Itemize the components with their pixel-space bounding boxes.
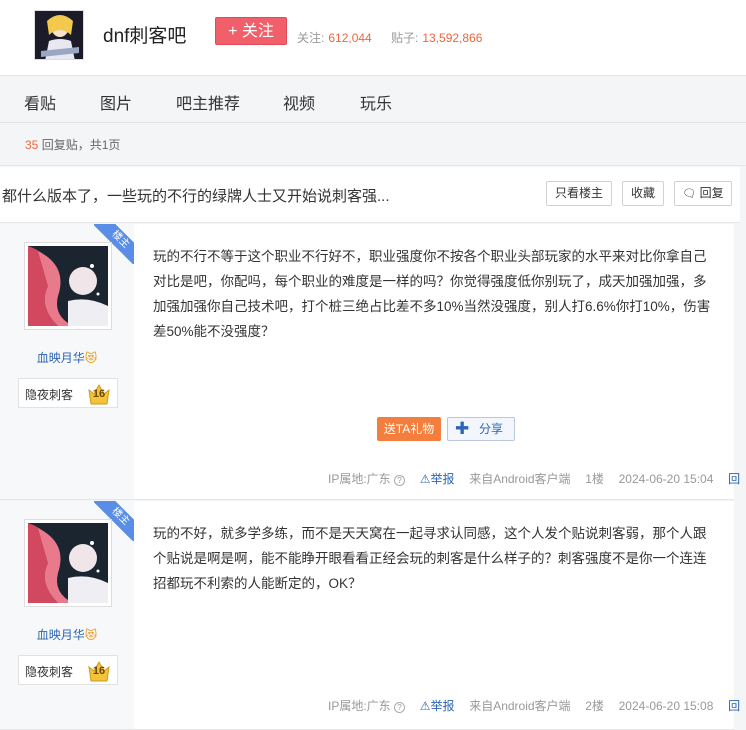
comment-icon: 🗨 (682, 188, 697, 200)
help-icon[interactable]: ? (394, 475, 406, 486)
warning-icon: ⚠ (419, 472, 431, 486)
follow-button[interactable]: + 关注 (215, 17, 287, 45)
reply-count-text: 35 回复贴，共1页 (25, 136, 120, 153)
cat-emoji-icon: 😻 (84, 628, 98, 642)
post-content: 玩的不行不等于这个职业不行好不，职业强度你不按各个职业头部玩家的水平来对比你拿自… (153, 249, 711, 339)
follow-count-label: 关注: (297, 31, 325, 45)
nav-tab-posts[interactable]: 看贴 (24, 90, 56, 114)
thread-pageinfo: 35 回复贴，共1页 (0, 124, 746, 166)
page-unit: 页 (108, 138, 121, 152)
username-text: 血映月华 (36, 628, 85, 642)
post-source: 来自Android客户端 (469, 699, 571, 713)
thread-titlebar: 都什么版本了，一些玩的不行的绿牌人士又开始说刺客强... 只看楼主 收藏 🗨 回… (0, 167, 746, 223)
badge-name: 隐夜刺客 (25, 388, 74, 402)
forum-nav: 看贴 图片 吧主推荐 视频 玩乐 (0, 77, 746, 123)
share-label: 分享 (479, 422, 504, 436)
favorite-button[interactable]: 收藏 (622, 181, 664, 206)
help-icon[interactable]: ? (394, 702, 406, 713)
nav-tab-fun[interactable]: 玩乐 (360, 90, 392, 114)
plus-icon: ✚ (455, 419, 470, 438)
username[interactable]: 血映月华😻 (0, 349, 134, 366)
user-avatar[interactable] (24, 242, 112, 330)
forum-header: dnf刺客吧 + 关注 关注: 612,044 贴子: 13,592,866 (0, 0, 746, 76)
badge-level: 16 (92, 388, 106, 400)
floor-number: 2楼 (585, 699, 604, 713)
level-crown-icon: 16 (87, 382, 111, 406)
share-button[interactable]: ✚ 分享 (447, 417, 515, 441)
nav-tab-recommended[interactable]: 吧主推荐 (176, 90, 240, 114)
badge-name: 隐夜刺客 (25, 665, 74, 679)
thread-title: 都什么版本了，一些玩的不行的绿牌人士又开始说刺客强... (2, 188, 390, 205)
post-tail: IP属地:广东 ? ⚠举报 来自Android客户端 1楼 2024-06-20… (328, 470, 746, 487)
nav-tab-images[interactable]: 图片 (100, 90, 132, 114)
reply-count-label: 回复贴，共 (41, 138, 102, 152)
follow-count-value: 612,044 (328, 31, 372, 45)
forum-name[interactable]: dnf刺客吧 (103, 21, 186, 48)
ip-location: IP属地:广东 (328, 472, 391, 486)
nav-tab-videos[interactable]: 视频 (283, 90, 315, 114)
level-crown-icon: 16 (87, 659, 111, 683)
badge-level: 16 (92, 665, 106, 677)
post-count: 贴子: 13,592,866 (391, 29, 482, 46)
member-badge[interactable]: 隐夜刺客 16 (18, 378, 118, 408)
username-text: 血映月华 (36, 351, 85, 365)
post-floor-2: 楼主 血映月华😻 隐夜刺客 16 玩的不好，就多学多练，而不是天天窝在一起寻求认… (0, 501, 746, 730)
user-avatar[interactable] (24, 519, 112, 607)
reply-thread-button[interactable]: 🗨 回复 (674, 181, 732, 206)
report-link[interactable]: 举报 (430, 699, 454, 713)
post-floor-1: 楼主 血映月华😻 隐夜刺客 16 玩的不行不等于这个职业不行好不，职业强度你不按… (0, 224, 746, 500)
post-count-label: 贴子: (391, 31, 419, 45)
cat-emoji-icon: 😻 (84, 351, 98, 365)
post-time: 2024-06-20 15:04 (618, 472, 714, 486)
reply-count: 35 (25, 138, 39, 152)
ip-location: IP属地:广东 (328, 699, 391, 713)
reply-thread-label: 回复 (699, 186, 724, 200)
username[interactable]: 血映月华😻 (0, 626, 134, 643)
post-count-value: 13,592,866 (422, 31, 483, 45)
post-content: 玩的不好，就多学多练，而不是天天窝在一起寻求认同感，这个人发个贴说刺客弱，那个人… (153, 526, 707, 591)
send-gift-button[interactable]: 送TA礼物 (377, 417, 441, 441)
member-badge[interactable]: 隐夜刺客 16 (18, 655, 118, 685)
warning-icon: ⚠ (419, 699, 431, 713)
forum-avatar[interactable] (34, 10, 84, 60)
post-time: 2024-06-20 15:08 (618, 699, 714, 713)
follow-count: 关注: 612,044 (297, 29, 372, 46)
post-tail: IP属地:广东 ? ⚠举报 来自Android客户端 2楼 2024-06-20… (328, 697, 746, 714)
report-link[interactable]: 举报 (430, 472, 454, 486)
page-gutter (740, 166, 746, 730)
post-source: 来自Android客户端 (469, 472, 571, 486)
only-op-button[interactable]: 只看楼主 (546, 181, 612, 206)
floor-number: 1楼 (585, 472, 604, 486)
